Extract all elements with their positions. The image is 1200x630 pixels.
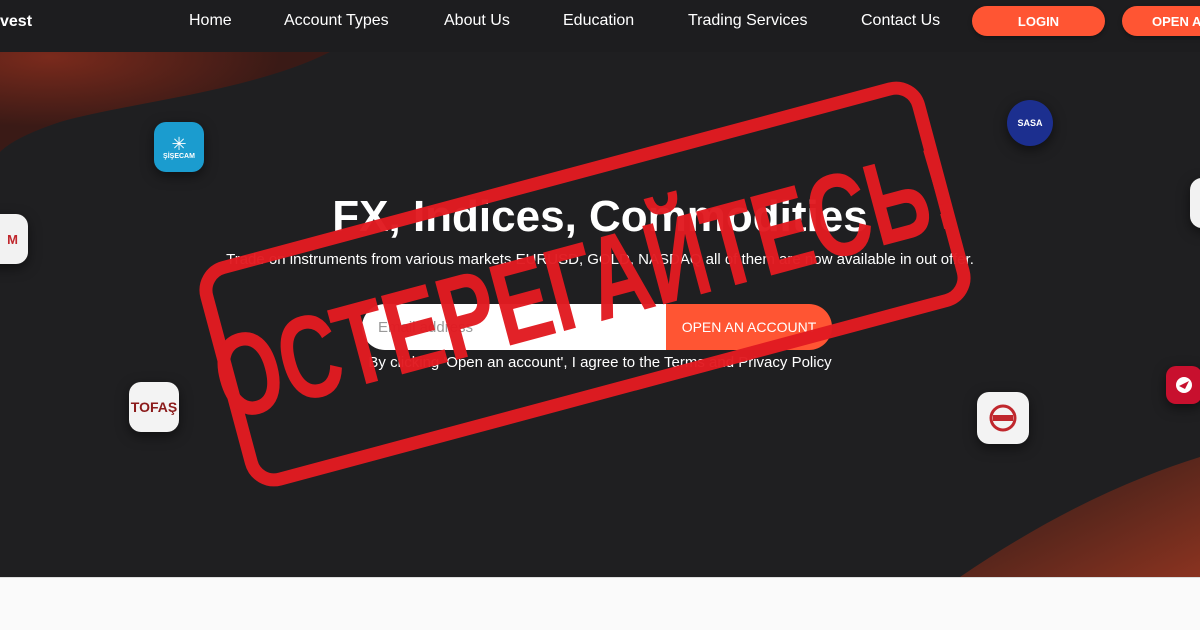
page-bottom-section [0,577,1200,630]
partial-right-logo [1190,178,1200,228]
circle-brand-logo [977,392,1029,444]
nav-home[interactable]: Home [189,12,232,30]
bird-icon [1176,377,1192,393]
nav-education[interactable]: Education [563,12,634,30]
turkish-airlines-logo [1166,366,1200,404]
circle-brand-icon [989,404,1017,432]
open-account-header-button[interactable]: OPEN A [1122,6,1200,36]
nav-trading-services[interactable]: Trading Services [688,12,807,30]
login-button[interactable]: LOGIN [972,6,1105,36]
tofas-label: TOFAŞ [130,399,178,415]
sisecam-logo: ✳ ŞİŞECAM [154,122,204,172]
tofas-logo: TOFAŞ [129,382,179,432]
sisecam-mark-icon: ✳ [171,133,187,154]
nav-account-types[interactable]: Account Types [284,12,389,30]
partial-left-logo: M [0,214,28,264]
sasa-label: SASA [1017,118,1043,128]
site-logo[interactable]: vest [0,13,32,31]
partial-left-logo-label: M [7,231,18,247]
nav-contact-us[interactable]: Contact Us [861,12,940,30]
header: vest Home Account Types About Us Educati… [0,0,1200,52]
nav-about-us[interactable]: About Us [444,12,510,30]
wave-shape-right [960,457,1200,577]
page: vest Home Account Types About Us Educati… [0,0,1200,630]
sasa-logo: SASA [1007,100,1053,146]
sisecam-label: ŞİŞECAM [163,152,195,160]
